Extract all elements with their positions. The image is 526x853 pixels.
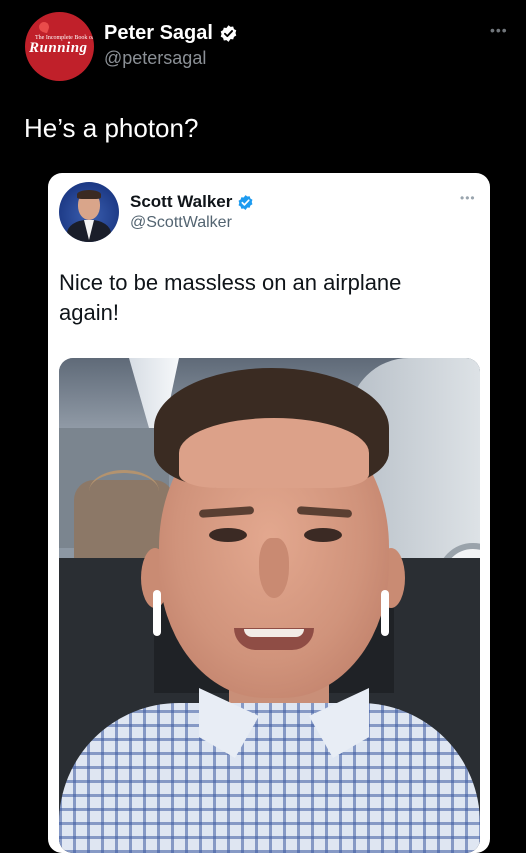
more-horizontal-icon[interactable]: •••	[490, 22, 508, 38]
earbud-icon	[153, 590, 161, 636]
avatar-hair	[77, 190, 101, 199]
avatar-big-text: Running	[29, 40, 88, 56]
quoted-author-name-row[interactable]: Scott Walker	[130, 192, 254, 212]
photo-eye-left	[209, 528, 247, 542]
photo-hanger	[89, 470, 159, 513]
photo-plaid-shirt	[59, 703, 480, 853]
outer-author-name[interactable]: Peter Sagal	[104, 22, 213, 45]
outer-author-name-row[interactable]: Peter Sagal	[104, 22, 238, 45]
more-horizontal-icon[interactable]: •••	[460, 191, 476, 205]
photo-teeth	[244, 629, 304, 637]
verified-badge-icon	[220, 25, 237, 42]
photo-eye-right	[304, 528, 342, 542]
quoted-author-name[interactable]: Scott Walker	[130, 192, 232, 212]
outer-author-handle[interactable]: @petersagal	[104, 48, 206, 69]
quoted-author-avatar[interactable]	[59, 182, 119, 242]
selfie-photo[interactable]	[59, 358, 480, 853]
photo-nose	[259, 538, 289, 598]
verified-badge-icon	[238, 194, 253, 210]
earbud-icon	[381, 590, 389, 636]
outer-author-avatar[interactable]: The Incomplete Book of Running	[25, 12, 94, 81]
quoted-tweet-text: Nice to be massless on an airplane again…	[59, 270, 402, 325]
quoted-tweet-card[interactable]: Scott Walker @ScottWalker ••• Nice to be…	[48, 173, 490, 853]
photo-forehead	[179, 418, 369, 488]
outer-tweet-text: He’s a photon?	[24, 113, 199, 143]
runner-logo-icon	[37, 20, 51, 34]
quoted-author-handle[interactable]: @ScottWalker	[130, 214, 232, 232]
